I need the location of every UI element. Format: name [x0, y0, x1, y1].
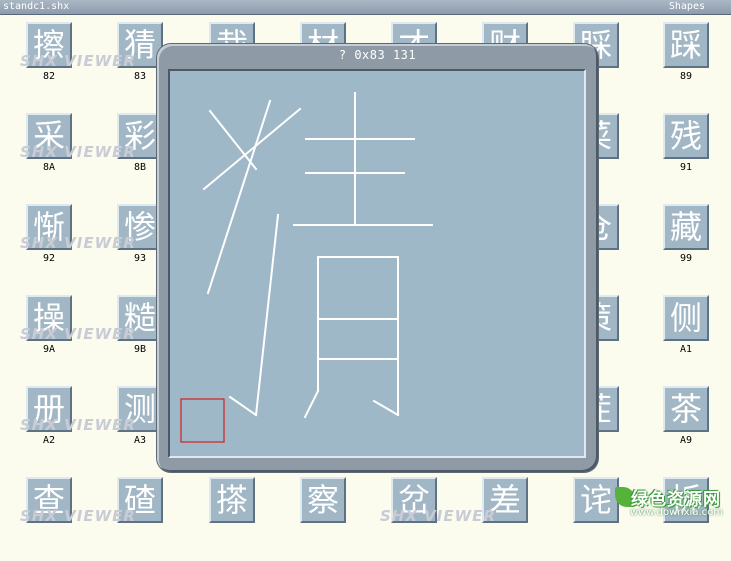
glyph-cell[interactable]: 碴	[114, 471, 174, 561]
glyph-cell[interactable]: 察	[297, 471, 357, 561]
glyph-cell[interactable]: 册 A2	[23, 380, 83, 470]
glyph-tile[interactable]: 踩	[663, 22, 709, 68]
stroke	[208, 109, 258, 171]
selection-box	[180, 398, 225, 443]
glyph-tile[interactable]: 操	[26, 295, 72, 341]
glyph-cell[interactable]: 搽	[206, 471, 266, 561]
glyph-tile[interactable]: 察	[300, 477, 346, 523]
glyph-tile[interactable]: 查	[26, 477, 72, 523]
stroke	[303, 389, 320, 419]
glyph-tile[interactable]: 采	[26, 113, 72, 159]
stroke	[254, 213, 280, 417]
preview-title: ? 0x83 131	[338, 48, 417, 62]
glyph-code: 91	[679, 162, 693, 173]
glyph-preview-window[interactable]: ? 0x83 131	[157, 44, 598, 472]
glyph-cell[interactable]: 茶 A9	[660, 380, 720, 470]
glyph-tile[interactable]: 擦	[26, 22, 72, 68]
glyph-tile[interactable]: 碴	[117, 477, 163, 523]
glyph-code: A1	[679, 344, 693, 355]
stroke	[372, 399, 400, 417]
site-logo-url: www.downxia.com	[629, 507, 723, 518]
glyph-tile[interactable]: 册	[26, 386, 72, 432]
site-logo: 绿色资源网 www.downxia.com	[613, 485, 725, 525]
glyph-tile[interactable]: 差	[482, 477, 528, 523]
glyph-cell[interactable]: 藏 99	[660, 198, 720, 288]
glyph-code: 92	[42, 253, 56, 264]
glyph-code: 9A	[42, 344, 56, 355]
glyph-code: A9	[679, 435, 693, 446]
glyph-cell[interactable]: 残 91	[660, 107, 720, 197]
glyph-cell[interactable]: 操 9A	[23, 289, 83, 379]
glyph-tile[interactable]: 藏	[663, 204, 709, 250]
glyph-cell[interactable]: 岔	[388, 471, 448, 561]
glyph-cell[interactable]: 擦 82	[23, 16, 83, 106]
stroke	[228, 395, 258, 417]
glyph-code: 89	[679, 71, 693, 82]
stroke	[206, 99, 272, 295]
glyph-tile[interactable]: 侧	[663, 295, 709, 341]
glyph-cell[interactable]: 采 8A	[23, 107, 83, 197]
glyph-cell[interactable]: 惭 92	[23, 198, 83, 288]
glyph-tile[interactable]: 搽	[209, 477, 255, 523]
glyph-tile[interactable]: 残	[663, 113, 709, 159]
glyph-tile[interactable]: 岔	[391, 477, 437, 523]
glyph-cell[interactable]: 侧 A1	[660, 289, 720, 379]
mode-label[interactable]: Shapes	[669, 0, 705, 14]
glyph-code: 99	[679, 253, 693, 264]
glyph-tile[interactable]: 惭	[26, 204, 72, 250]
preview-canvas[interactable]	[168, 69, 586, 458]
glyph-cell[interactable]: 踩 89	[660, 16, 720, 106]
file-name: standc1.shx	[3, 1, 70, 12]
glyph-code: A2	[42, 435, 56, 446]
glyph-code: 8A	[42, 162, 56, 173]
glyph-tile[interactable]: 茶	[663, 386, 709, 432]
glyph-cell[interactable]: 差	[479, 471, 539, 561]
glyph-stroke-drawing	[180, 92, 433, 443]
title-bar: standc1.shx Shapes	[0, 0, 731, 15]
glyph-cell[interactable]: 查	[23, 471, 83, 561]
glyph-code: 82	[42, 71, 56, 82]
